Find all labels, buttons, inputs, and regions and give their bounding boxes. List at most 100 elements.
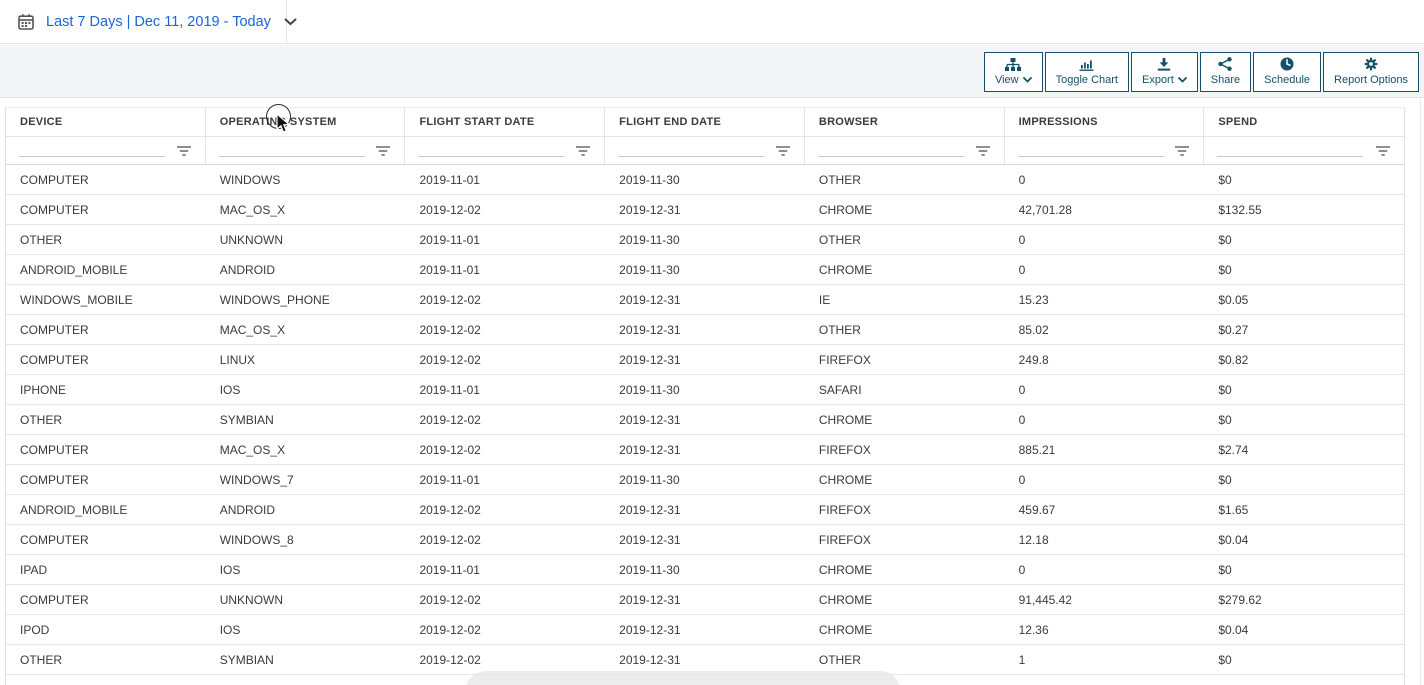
table-row[interactable]: COMPUTERLINUX2019-12-022019-12-31FIREFOX…	[6, 345, 1404, 375]
filter-icon[interactable]	[176, 146, 192, 157]
export-label: Export	[1142, 74, 1174, 86]
toggle-chart-button[interactable]: Toggle Chart	[1045, 52, 1129, 92]
cell-spend: $279.62	[1204, 593, 1404, 607]
cell-browser: FIREFOX	[805, 503, 1005, 517]
cell-flight-start-date: 2019-11-01	[405, 563, 605, 577]
filter-input-operating-system[interactable]	[219, 142, 365, 157]
column-header-device[interactable]: DEVICE	[6, 108, 206, 136]
cell-operating-system: ANDROID	[206, 263, 406, 277]
table-filter-row	[6, 137, 1404, 165]
column-header-flight-start-date[interactable]: FLIGHT START DATE	[405, 108, 605, 136]
cell-device: COMPUTER	[6, 593, 206, 607]
table-row[interactable]: COMPUTERWINDOWS2019-11-012019-11-30OTHER…	[6, 165, 1404, 195]
cell-impressions: 12.18	[1005, 533, 1205, 547]
cell-flight-end-date: 2019-12-31	[605, 353, 805, 367]
report-toolbar: View Toggle Chart Export Share Schedule Repor…	[984, 52, 1419, 92]
cell-browser: OTHER	[805, 653, 1005, 667]
cell-operating-system: SYMBIAN	[206, 653, 406, 667]
cell-flight-start-date: 2019-12-02	[405, 323, 605, 337]
cell-operating-system: UNKNOWN	[206, 233, 406, 247]
share-button[interactable]: Share	[1200, 52, 1251, 92]
table-row[interactable]: COMPUTERWINDOWS_82019-12-022019-12-31FIR…	[6, 525, 1404, 555]
cell-impressions: 0	[1005, 233, 1205, 247]
cell-spend: $0	[1204, 563, 1404, 577]
report-options-button[interactable]: Report Options	[1323, 52, 1419, 92]
filter-input-flight-end-date[interactable]	[618, 142, 764, 157]
cell-device: COMPUTER	[6, 323, 206, 337]
cell-flight-start-date: 2019-12-02	[405, 653, 605, 667]
date-range-label: Last 7 Days | Dec 11, 2019 - Today	[46, 14, 271, 30]
filter-icon[interactable]	[375, 146, 391, 157]
cell-device: COMPUTER	[6, 173, 206, 187]
report-table: DEVICEOPERATING SYSTEMFLIGHT START DATEF…	[5, 107, 1405, 685]
table-row[interactable]: ANDROID_MOBILEANDROID2019-12-022019-12-3…	[6, 495, 1404, 525]
cell-flight-end-date: 2019-12-31	[605, 653, 805, 667]
filter-cell-flight-start-date	[405, 137, 605, 164]
column-header-spend[interactable]: SPEND	[1204, 108, 1404, 136]
view-label: View	[995, 74, 1019, 86]
column-header-operating-system[interactable]: OPERATING SYSTEM	[206, 108, 406, 136]
table-row[interactable]: OTHERSYMBIAN2019-12-022019-12-31CHROME0$…	[6, 405, 1404, 435]
filter-input-flight-start-date[interactable]	[418, 142, 564, 157]
cell-flight-start-date: 2019-11-01	[405, 173, 605, 187]
filter-cell-impressions	[1005, 137, 1205, 164]
cell-operating-system: WINDOWS_PHONE	[206, 293, 406, 307]
cell-flight-end-date: 2019-11-30	[605, 173, 805, 187]
table-row[interactable]: COMPUTERWINDOWS_72019-11-012019-11-30CHR…	[6, 465, 1404, 495]
clock-icon	[1280, 57, 1294, 71]
table-row[interactable]: OTHERUNKNOWN2019-11-012019-11-30OTHER0$0	[6, 225, 1404, 255]
cell-impressions: 0	[1005, 473, 1205, 487]
cell-device: COMPUTER	[6, 443, 206, 457]
filter-icon[interactable]	[575, 146, 591, 157]
cell-operating-system: ANDROID	[206, 503, 406, 517]
table-row[interactable]: COMPUTERMAC_OS_X2019-12-022019-12-31OTHE…	[6, 315, 1404, 345]
cell-impressions: 459.67	[1005, 503, 1205, 517]
table-row[interactable]: COMPUTERMAC_OS_X2019-12-022019-12-31CHRO…	[6, 195, 1404, 225]
cell-operating-system: MAC_OS_X	[206, 203, 406, 217]
filter-icon[interactable]	[775, 146, 791, 157]
cell-flight-start-date: 2019-12-02	[405, 293, 605, 307]
table-row[interactable]: IPADIOS2019-11-012019-11-30CHROME0$0	[6, 555, 1404, 585]
cell-operating-system: WINDOWS	[206, 173, 406, 187]
cell-device: COMPUTER	[6, 353, 206, 367]
filter-input-device[interactable]	[19, 142, 165, 157]
cell-flight-start-date: 2019-11-01	[405, 233, 605, 247]
column-header-flight-end-date[interactable]: FLIGHT END DATE	[605, 108, 805, 136]
table-row[interactable]: COMPUTERMAC_OS_X2019-12-022019-12-31FIRE…	[6, 435, 1404, 465]
cell-spend: $0.82	[1204, 353, 1404, 367]
cell-browser: CHROME	[805, 593, 1005, 607]
table-row[interactable]: COMPUTERUNKNOWN2019-12-022019-12-31CHROM…	[6, 585, 1404, 615]
cell-flight-start-date: 2019-12-02	[405, 443, 605, 457]
horizontal-scrollbar-thumb[interactable]	[465, 671, 901, 685]
column-header-browser[interactable]: BROWSER	[805, 108, 1005, 136]
filter-icon[interactable]	[1375, 146, 1391, 157]
cell-flight-end-date: 2019-12-31	[605, 623, 805, 637]
table-row[interactable]: IPHONEIOS2019-11-012019-11-30SAFARI0$0	[6, 375, 1404, 405]
cell-flight-start-date: 2019-12-02	[405, 203, 605, 217]
table-header-row: DEVICEOPERATING SYSTEMFLIGHT START DATEF…	[6, 108, 1404, 137]
view-button[interactable]: View	[984, 52, 1043, 92]
cell-spend: $132.55	[1204, 203, 1404, 217]
cell-device: WINDOWS_MOBILE	[6, 293, 206, 307]
export-button[interactable]: Export	[1131, 52, 1198, 92]
filter-input-impressions[interactable]	[1018, 142, 1164, 157]
date-range-picker[interactable]: Last 7 Days | Dec 11, 2019 - Today	[0, 0, 287, 44]
schedule-button[interactable]: Schedule	[1253, 52, 1321, 92]
table-row[interactable]: WINDOWS_MOBILEWINDOWS_PHONE2019-12-02201…	[6, 285, 1404, 315]
schedule-label: Schedule	[1264, 74, 1310, 86]
filter-cell-spend	[1204, 137, 1404, 164]
table-row[interactable]: IPODIOS2019-12-022019-12-31CHROME12.36$0…	[6, 615, 1404, 645]
cell-impressions: 85.02	[1005, 323, 1205, 337]
cell-spend: $0.04	[1204, 533, 1404, 547]
filter-icon[interactable]	[975, 146, 991, 157]
cell-flight-end-date: 2019-12-31	[605, 503, 805, 517]
cell-operating-system: WINDOWS_7	[206, 473, 406, 487]
filter-icon[interactable]	[1174, 146, 1190, 157]
cell-operating-system: WINDOWS_8	[206, 533, 406, 547]
cell-flight-start-date: 2019-11-01	[405, 473, 605, 487]
cell-operating-system: IOS	[206, 383, 406, 397]
column-header-impressions[interactable]: IMPRESSIONS	[1005, 108, 1205, 136]
filter-input-spend[interactable]	[1217, 142, 1363, 157]
table-row[interactable]: ANDROID_MOBILEANDROID2019-11-012019-11-3…	[6, 255, 1404, 285]
filter-input-browser[interactable]	[818, 142, 964, 157]
